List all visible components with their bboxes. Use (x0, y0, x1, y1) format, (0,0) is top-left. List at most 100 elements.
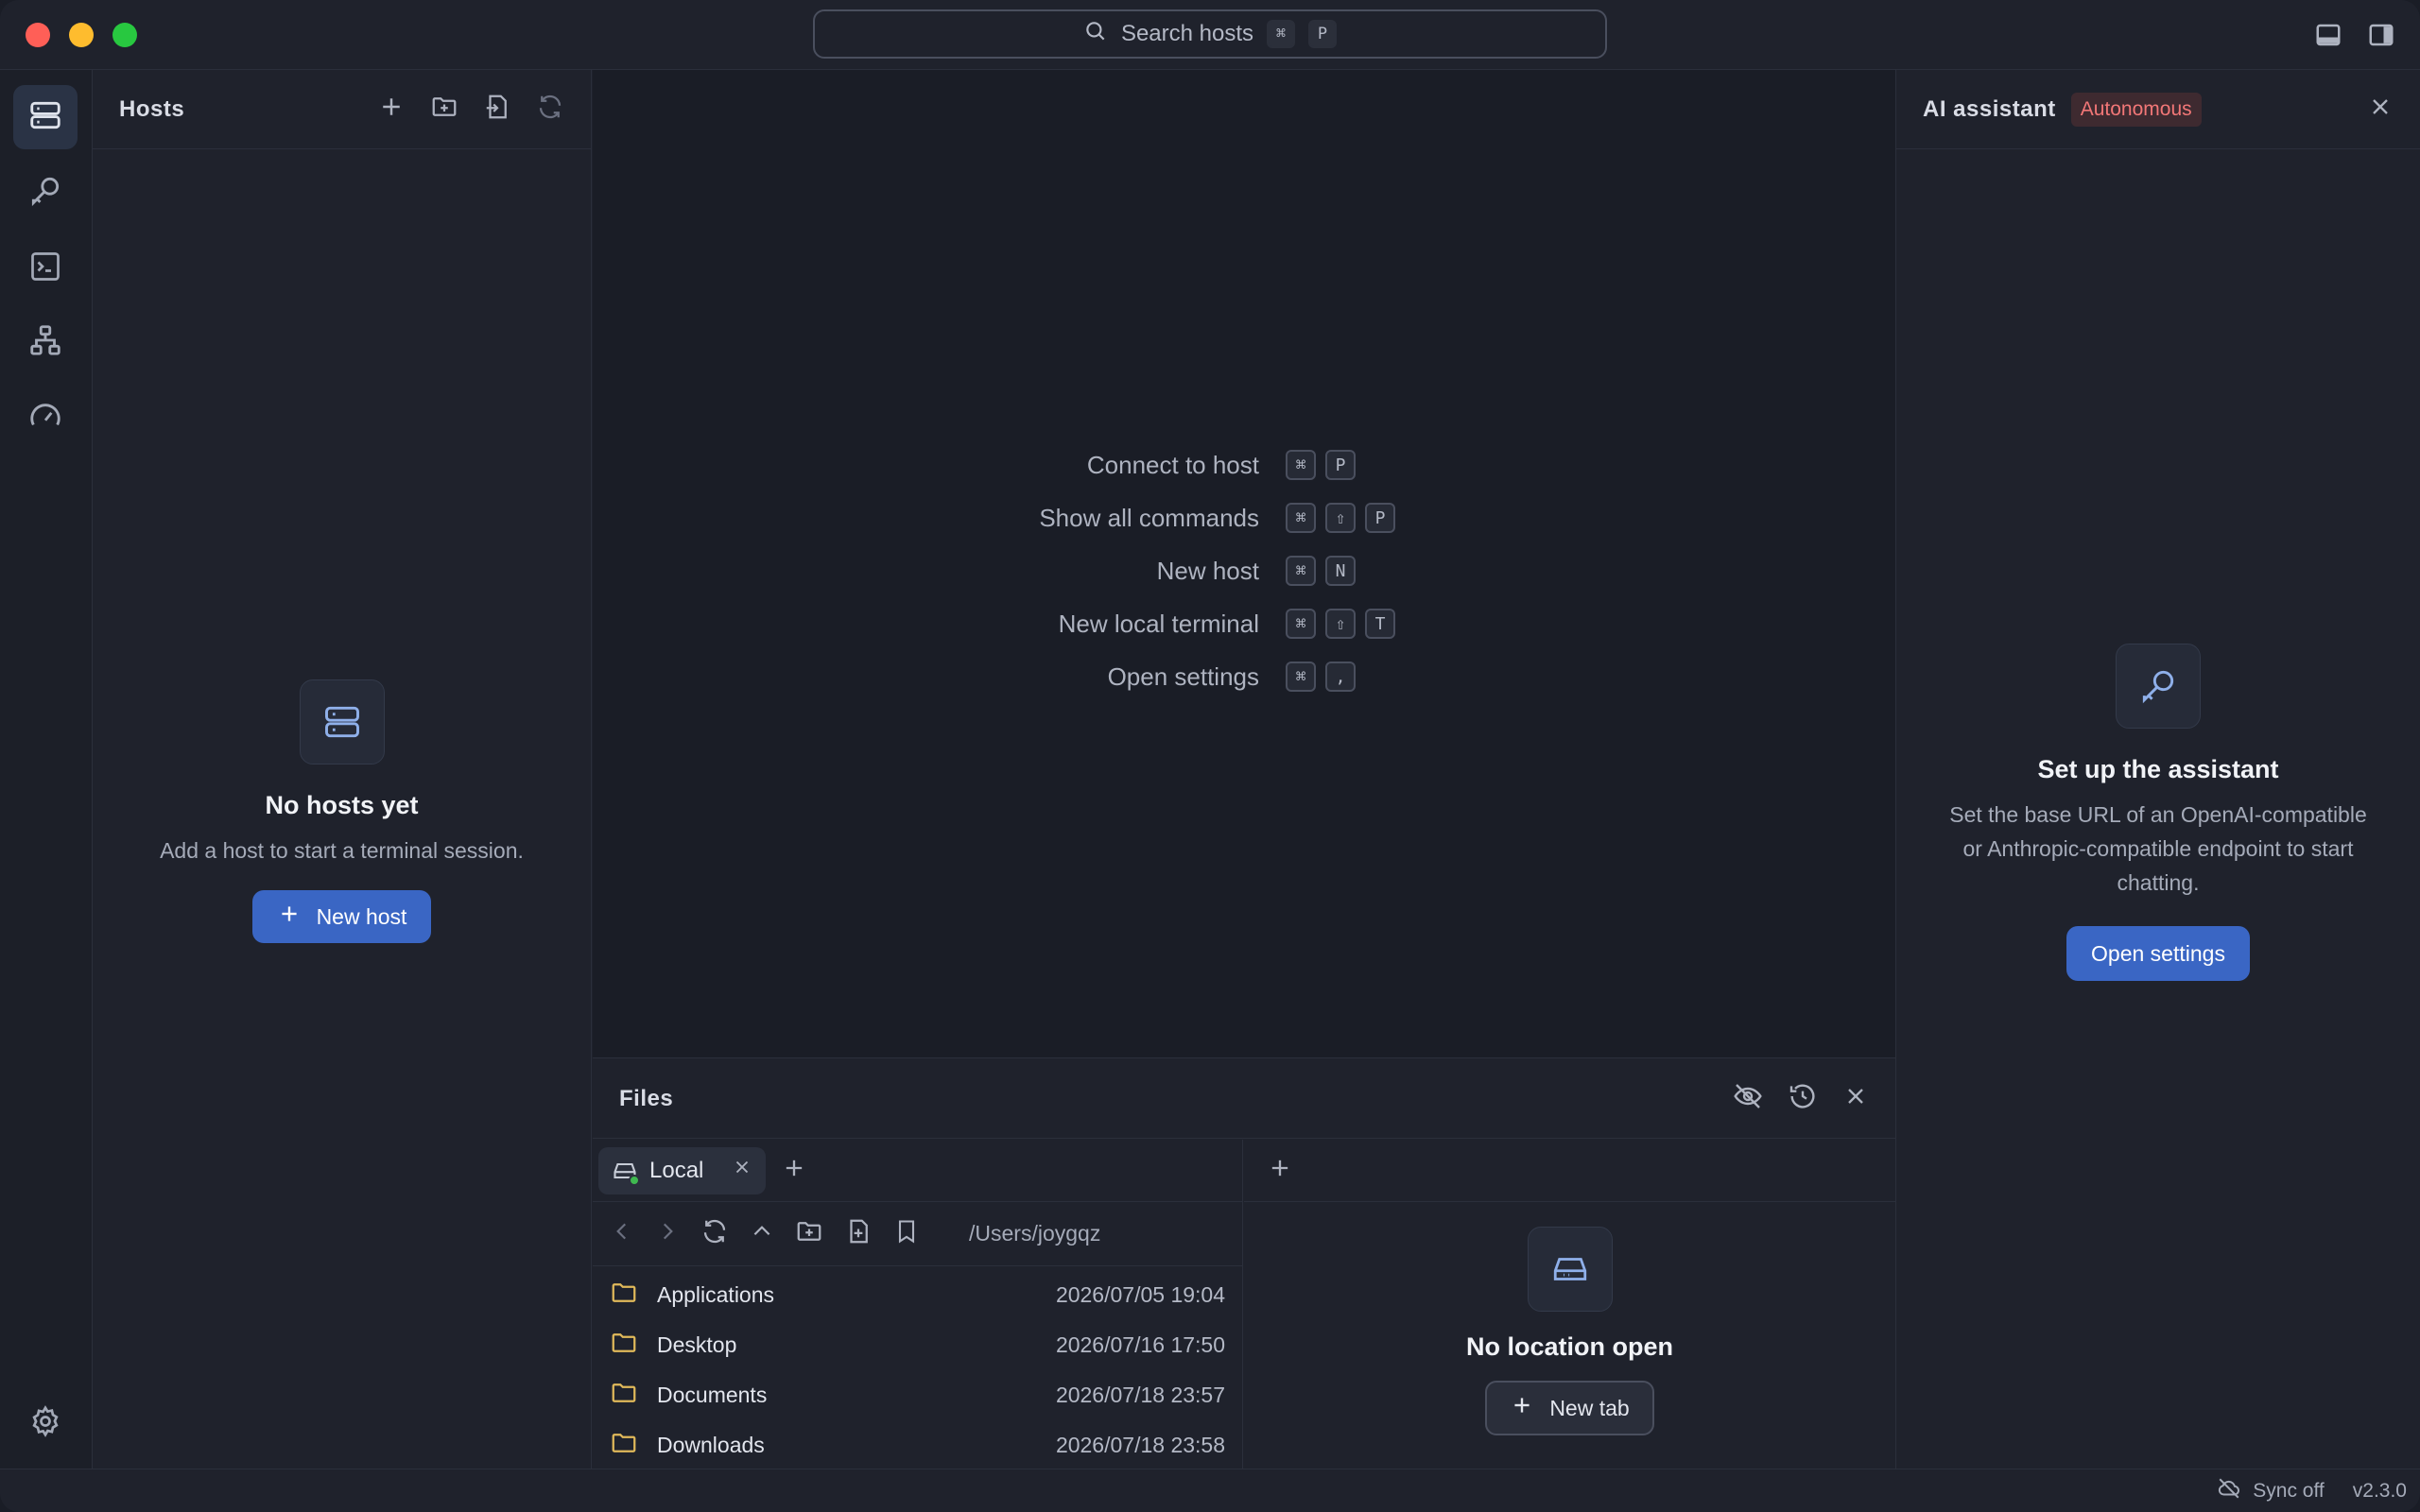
search-hosts-bar[interactable]: Search hosts ⌘ P (813, 9, 1607, 59)
file-date: 2026/07/18 23:57 (1055, 1383, 1225, 1407)
zoom-window-button[interactable] (112, 23, 137, 47)
open-settings-label: Open settings (2091, 940, 2225, 966)
toggle-bottom-panel-icon[interactable] (2314, 21, 2342, 49)
tab-local-label: Local (649, 1157, 704, 1183)
key-icon (27, 173, 63, 214)
cloud-off-icon (2217, 1476, 2241, 1506)
gear-icon (28, 1404, 62, 1443)
refresh-icon[interactable] (700, 1217, 729, 1250)
shortcut-key: ⌘ (1286, 450, 1316, 480)
file-date: 2026/07/18 23:58 (1055, 1433, 1225, 1457)
files-toolbar: /Users/joygqz (593, 1202, 1242, 1266)
network-nav-button[interactable] (13, 310, 78, 374)
search-placeholder: Search hosts (1120, 21, 1254, 46)
file-date: 2026/07/16 17:50 (1055, 1332, 1225, 1357)
shortcut-row[interactable]: New local terminal ⌘ ⇧ T (593, 597, 1895, 650)
hosts-nav-button[interactable] (13, 85, 78, 149)
ai-empty-state: Set up the assistant Set the base URL of… (1896, 644, 2420, 981)
plus-icon (277, 902, 302, 932)
close-window-button[interactable] (26, 23, 50, 47)
bookmark-icon[interactable] (893, 1218, 920, 1249)
shortcut-key: P (1365, 503, 1395, 533)
add-tab-icon[interactable] (781, 1155, 807, 1186)
open-settings-button[interactable]: Open settings (2066, 926, 2250, 981)
plus-icon (1510, 1393, 1534, 1423)
file-row[interactable]: Applications 2026/07/05 19:04 (593, 1270, 1242, 1320)
terminal-nav-button[interactable] (13, 236, 78, 301)
status-badge: Autonomous (2070, 92, 2202, 127)
hosts-empty-title: No hosts yet (265, 791, 419, 819)
import-icon[interactable] (483, 93, 511, 126)
shortcut-label: New local terminal (1058, 609, 1259, 638)
folder-icon (610, 1329, 638, 1362)
file-row[interactable]: Downloads 2026/07/18 23:58 (593, 1420, 1242, 1470)
shortcut-row[interactable]: Open settings ⌘ , (593, 650, 1895, 703)
file-name: Desktop (657, 1332, 737, 1357)
version-label: v2.3.0 (2352, 1479, 2407, 1502)
shortcut-key: ⌘ (1286, 662, 1316, 692)
eye-off-icon[interactable] (1733, 1081, 1763, 1116)
toggle-right-panel-icon[interactable] (2367, 21, 2395, 49)
file-row[interactable]: Desktop 2026/07/16 17:50 (593, 1320, 1242, 1370)
drive-online-icon (612, 1158, 640, 1186)
folder-icon (610, 1279, 638, 1312)
settings-nav-button[interactable] (13, 1391, 78, 1455)
files-tabbar: Local (593, 1140, 1242, 1202)
folder-icon (610, 1379, 638, 1412)
files-panel: Files Local /Users/joygqz Applications 2… (593, 1059, 1895, 1469)
tab-local[interactable]: Local (598, 1146, 767, 1194)
file-list: Applications 2026/07/05 19:04 Desktop 20… (593, 1266, 1242, 1470)
new-host-button[interactable]: New host (251, 890, 432, 943)
folder-icon (610, 1429, 638, 1462)
shortcut-key: ⇧ (1325, 609, 1356, 639)
no-location-empty-state: No location open New tab (1244, 1227, 1895, 1435)
app-window: Search hosts ⌘ P Hosts No hosts yet Add … (0, 0, 2420, 1512)
shortcut-key: ⌘ (1267, 20, 1296, 48)
performance-nav-button[interactable] (13, 386, 78, 450)
files-title: Files (619, 1085, 674, 1111)
refresh-icon[interactable] (536, 93, 564, 126)
server-icon (27, 97, 63, 138)
sync-label: Sync off (2253, 1479, 2325, 1502)
shortcut-key: T (1365, 609, 1395, 639)
ai-description-line: chatting. (2117, 870, 2200, 895)
new-group-icon[interactable] (430, 93, 458, 126)
back-icon[interactable] (610, 1219, 634, 1248)
files-header: Files (593, 1059, 1895, 1139)
no-location-title: No location open (1466, 1332, 1673, 1361)
parent-folder-icon[interactable] (750, 1219, 774, 1248)
history-icon[interactable] (1788, 1081, 1818, 1116)
close-tab-icon[interactable] (732, 1157, 752, 1184)
ai-description-line: or Anthropic-compatible endpoint to star… (1962, 836, 2354, 861)
status-bar: Sync off v2.3.0 (0, 1469, 2420, 1512)
new-folder-icon[interactable] (795, 1217, 823, 1250)
close-icon[interactable] (1842, 1083, 1869, 1114)
shortcut-key: ⌘ (1286, 556, 1316, 586)
hosts-empty-description: Add a host to start a terminal session. (160, 838, 524, 863)
file-row[interactable]: Documents 2026/07/18 23:57 (593, 1370, 1242, 1420)
add-host-icon[interactable] (377, 93, 406, 126)
server-icon (299, 679, 385, 765)
close-icon[interactable] (2367, 94, 2394, 125)
shortcut-label: Connect to host (1086, 450, 1259, 479)
shortcut-row[interactable]: Show all commands ⌘ ⇧ P (593, 491, 1895, 544)
keychain-nav-button[interactable] (13, 161, 78, 225)
forward-icon[interactable] (655, 1219, 680, 1248)
file-name: Downloads (657, 1433, 765, 1457)
add-tab-icon[interactable] (1267, 1155, 1293, 1186)
new-tab-button[interactable]: New tab (1485, 1381, 1654, 1435)
shortcut-row[interactable]: New host ⌘ N (593, 544, 1895, 597)
files-right-tabbar (1244, 1140, 1895, 1202)
new-file-icon[interactable] (844, 1217, 873, 1250)
key-icon (2116, 644, 2201, 729)
shortcut-list: Connect to host ⌘ P Show all commands ⌘ … (593, 438, 1895, 703)
new-tab-label: New tab (1549, 1395, 1630, 1420)
hosts-panel: Hosts No hosts yet Add a host to start a… (93, 70, 592, 1469)
search-icon (1083, 19, 1108, 50)
ai-header: AI assistant Autonomous (1896, 70, 2420, 149)
sync-status[interactable]: Sync off (2217, 1476, 2325, 1506)
files-right-pane: No location open New tab (1244, 1140, 1895, 1469)
shortcut-row[interactable]: Connect to host ⌘ P (593, 438, 1895, 491)
current-path[interactable]: /Users/joygqz (969, 1221, 1100, 1246)
minimize-window-button[interactable] (69, 23, 94, 47)
